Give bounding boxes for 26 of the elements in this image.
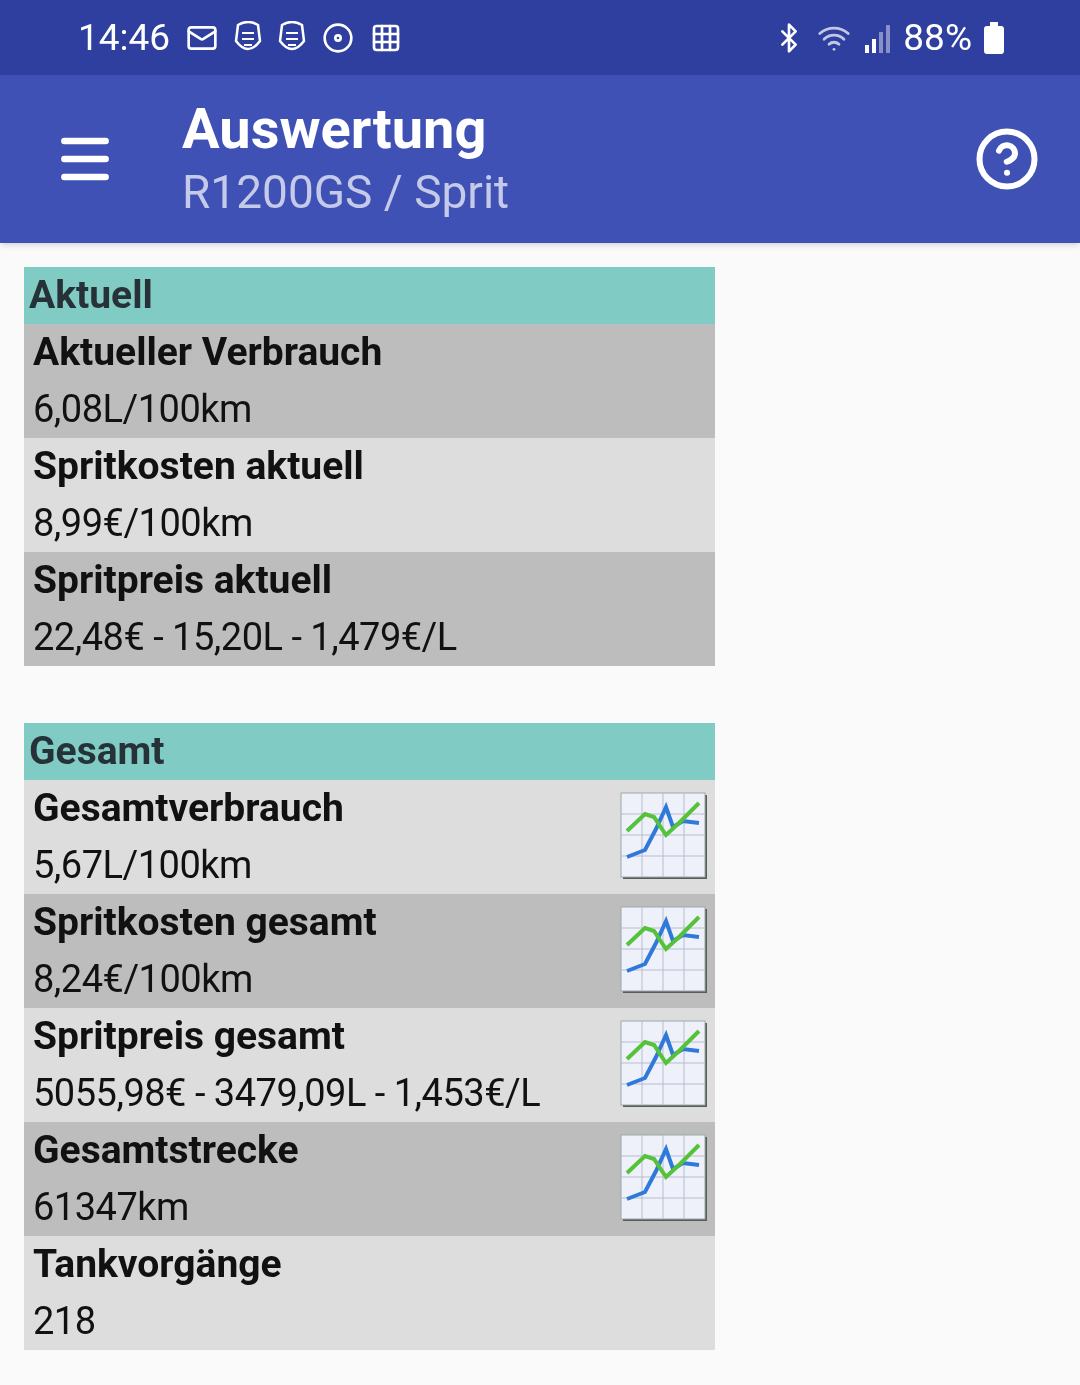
- battery-level: 88%: [903, 14, 972, 61]
- stat-label: Spritpreis aktuell: [33, 556, 334, 605]
- stat-value: 218: [33, 1298, 97, 1345]
- screen-subtitle: R1200GS / Sprit: [182, 164, 511, 221]
- stat-label: Gesamtstrecke: [33, 1126, 300, 1175]
- clock: 14:46: [78, 14, 171, 61]
- stat-label: Aktueller Verbrauch: [33, 328, 384, 377]
- disc-icon: [322, 21, 355, 54]
- stat-label: Spritkosten gesamt: [33, 898, 378, 947]
- section-title: Gesamt: [29, 727, 165, 777]
- stat-value: 61347km: [33, 1184, 190, 1231]
- battery-icon: [984, 21, 1004, 54]
- stat-value: 5055,98€ - 3479,09L - 1,453€/L: [33, 1070, 542, 1117]
- section-title: Aktuell: [29, 271, 153, 321]
- signal-icon: [863, 22, 892, 53]
- stat-label: Tankvorgänge: [33, 1240, 283, 1289]
- stat-value: 5,67L/100km: [33, 842, 253, 889]
- stat-value: 6,08L/100km: [33, 386, 253, 433]
- stat-label: Gesamtverbrauch: [33, 784, 345, 833]
- stat-value: 8,24€/100km: [33, 956, 254, 1003]
- stat-value: 22,48€ - 15,20L - 1,479€/L: [33, 614, 458, 661]
- stat-label: Spritpreis gesamt: [33, 1012, 346, 1061]
- screen-title: Auswertung: [182, 96, 488, 162]
- stat-value: 8,99€/100km: [33, 500, 254, 547]
- help-button[interactable]: [974, 126, 1040, 192]
- stat-label: Spritkosten aktuell: [33, 442, 365, 491]
